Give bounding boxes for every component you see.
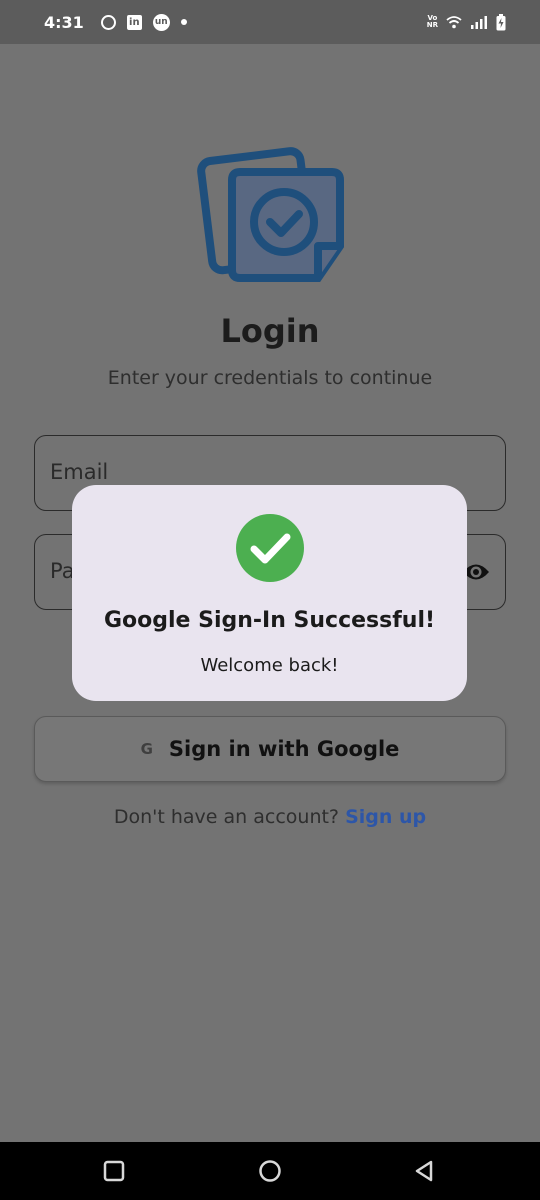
circle-app-icon — [100, 14, 116, 30]
dot-icon — [180, 19, 187, 25]
back-icon[interactable] — [412, 1159, 436, 1183]
email-placeholder: Email — [50, 460, 109, 484]
home-icon[interactable] — [258, 1159, 282, 1183]
wifi-icon — [446, 16, 462, 29]
google-button-label: Sign in with Google — [168, 737, 400, 761]
signup-row: Don't have an account? Sign up — [0, 806, 540, 828]
status-left: 4:31 in un — [44, 13, 187, 32]
success-dialog: Google Sign-In Successful! Welcome back! — [72, 485, 467, 701]
status-right: Vo NR — [427, 13, 506, 31]
signup-link[interactable]: Sign up — [345, 806, 426, 828]
page-title: Login — [220, 312, 320, 350]
check-circle-icon — [236, 514, 304, 582]
navigation-bar — [0, 1142, 540, 1200]
page-subtitle: Enter your credentials to continue — [107, 367, 433, 389]
dialog-title: Google Sign-In Successful! — [103, 608, 436, 633]
vonr-icon: Vo NR — [427, 15, 438, 29]
recents-icon[interactable] — [102, 1159, 126, 1183]
linkedin-icon: in — [126, 14, 142, 30]
status-bar: 4:31 in un Vo NR — [0, 0, 540, 44]
google-sign-in-button[interactable]: G Sign in with Google — [34, 716, 506, 782]
signup-prompt: Don't have an account? — [113, 806, 340, 828]
battery-charging-icon — [496, 13, 506, 30]
dialog-message: Welcome back! — [200, 655, 339, 676]
signal-icon — [471, 16, 487, 29]
app-logo-icon — [197, 147, 344, 282]
vonr-bottom: NR — [426, 21, 438, 29]
unstop-icon: un — [152, 13, 170, 31]
status-time: 4:31 — [44, 12, 84, 32]
google-icon: G — [140, 740, 153, 758]
password-placeholder: Pa — [50, 559, 75, 583]
